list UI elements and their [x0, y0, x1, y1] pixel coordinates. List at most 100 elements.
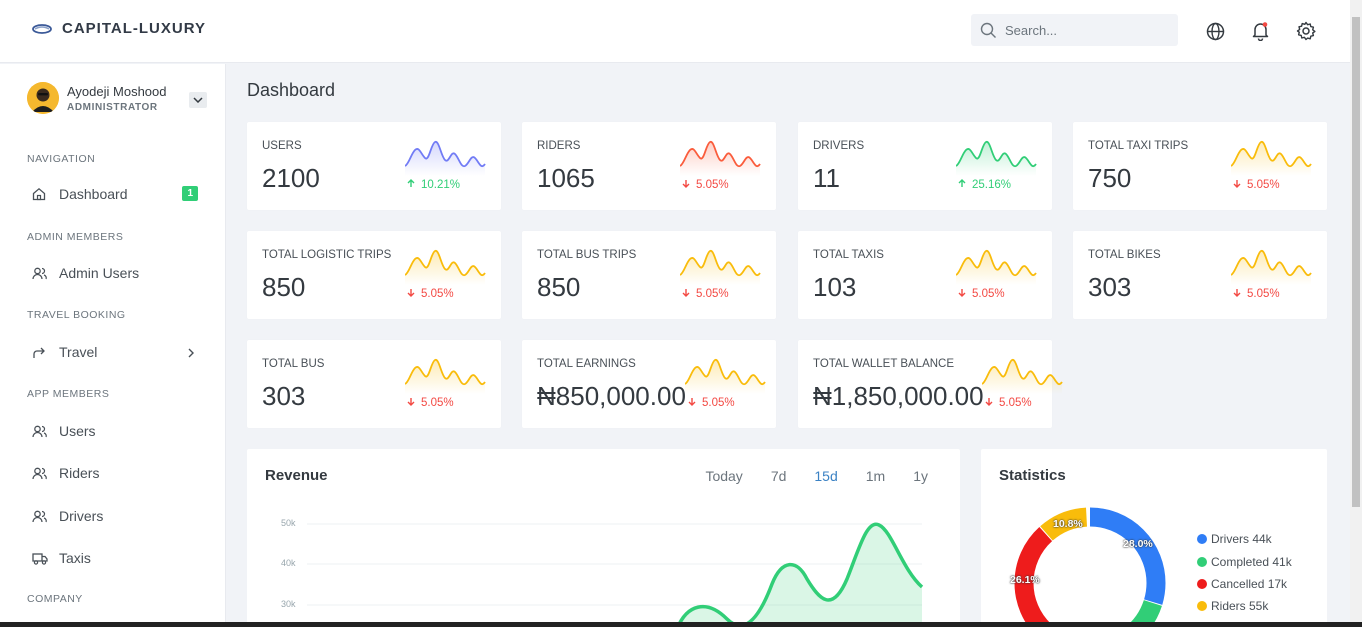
avatar — [27, 82, 59, 114]
sparkline — [956, 141, 1037, 176]
search-input[interactable] — [1005, 22, 1165, 38]
user-name: Ayodeji Moshood — [67, 84, 167, 99]
stat-trend: 5.05% — [1233, 288, 1280, 300]
stat-value: 850 — [262, 272, 306, 302]
sparkline — [956, 250, 1037, 285]
trend-value: 5.05% — [421, 288, 454, 300]
sidebar: Ayodeji Moshood ADMINISTRATOR NAVIGATION… — [0, 64, 226, 627]
legend-label: Completed 41k — [1211, 555, 1292, 569]
trend-value: 5.05% — [1247, 288, 1280, 300]
revenue-chart — [307, 522, 924, 627]
home-icon — [32, 187, 56, 201]
stat-value: ₦1,850,000.00 — [813, 381, 984, 411]
bell-icon[interactable] — [1249, 20, 1271, 42]
stat-trend: 5.05% — [958, 288, 1005, 300]
sidebar-item-dashboard[interactable]: Dashboard 1 — [27, 181, 202, 207]
sidebar-item-taxis[interactable]: Taxis — [27, 545, 202, 571]
legend-label: Riders 55k — [1211, 599, 1269, 613]
stat-value: 303 — [1088, 272, 1132, 302]
trend-value: 5.05% — [1247, 179, 1280, 191]
user-profile[interactable]: Ayodeji Moshood ADMINISTRATOR — [27, 82, 212, 118]
scrollbar-thumb[interactable] — [1352, 17, 1360, 507]
stat-value: 303 — [262, 381, 306, 411]
stat-trend: 25.16% — [958, 179, 1011, 191]
sidebar-item-users[interactable]: Users — [27, 418, 202, 444]
stat-value: 11 — [813, 163, 840, 193]
sparkline — [405, 141, 486, 176]
arrow-down-icon — [1233, 180, 1241, 188]
stat-label: USERS — [262, 140, 302, 152]
trend-value: 5.05% — [421, 397, 454, 409]
nav-section-app-members: APP MEMBERS — [27, 388, 110, 400]
donut-label: 10.8% — [1053, 518, 1083, 530]
trend-value: 5.05% — [702, 397, 735, 409]
sidebar-item-riders[interactable]: Riders — [27, 460, 202, 486]
legend-label: Drivers 44k — [1211, 532, 1272, 546]
stat-label: TOTAL TAXI TRIPS — [1088, 140, 1189, 152]
users-icon — [32, 267, 56, 280]
sidebar-item-drivers[interactable]: Drivers — [27, 503, 202, 529]
gear-icon[interactable] — [1295, 20, 1317, 42]
stat-value: 1065 — [537, 163, 595, 193]
stat-card: TOTAL BIKES 303 5.05% — [1073, 231, 1327, 319]
sidebar-item-label: Admin Users — [59, 265, 140, 281]
legend-item-completed[interactable]: Completed 41k — [1197, 555, 1292, 569]
sparkline — [685, 359, 766, 394]
stat-value: 750 — [1088, 163, 1132, 193]
revenue-area — [677, 524, 922, 627]
legend-item-drivers[interactable]: Drivers 44k — [1197, 532, 1272, 546]
sidebar-item-label: Riders — [59, 465, 100, 481]
bottom-edge — [0, 622, 1362, 627]
sparkline — [680, 141, 761, 176]
trend-value: 10.21% — [421, 179, 461, 191]
stat-label: TOTAL BIKES — [1088, 249, 1161, 261]
stat-label: TOTAL EARNINGS — [537, 358, 636, 370]
search-box — [971, 14, 1178, 46]
sidebar-item-admin-users[interactable]: Admin Users — [27, 260, 202, 286]
stat-trend: 5.05% — [985, 397, 1032, 409]
globe-icon[interactable] — [1204, 20, 1226, 42]
stat-card: TOTAL BUS 303 5.05% — [247, 340, 501, 428]
legend-dot — [1197, 534, 1207, 544]
arrow-up-icon — [407, 179, 415, 187]
stat-card: TOTAL WALLET BALANCE ₦1,850,000.00 5.05% — [798, 340, 1063, 428]
donut-label: 26.1% — [1010, 574, 1040, 586]
vertical-scrollbar[interactable] — [1350, 0, 1362, 627]
chevron-down-icon[interactable] — [189, 92, 207, 108]
arrow-down-icon — [407, 398, 415, 406]
nav-section-admin-members: ADMIN MEMBERS — [27, 231, 124, 243]
notification-badge: 1 — [182, 186, 198, 201]
sparkline — [1231, 141, 1312, 176]
donut-label: 28.0% — [1123, 538, 1153, 550]
nav-section-travel-booking: TRAVEL BOOKING — [27, 309, 126, 321]
stat-trend: 5.05% — [688, 397, 735, 409]
brand-logo[interactable]: CAPITAL-LUXURY — [32, 20, 206, 37]
sidebar-item-travel[interactable]: Travel — [27, 339, 202, 365]
trend-value: 5.05% — [696, 179, 729, 191]
stat-trend: 5.05% — [407, 288, 454, 300]
arrow-down-icon — [407, 289, 415, 297]
logo-icon — [32, 23, 52, 34]
user-role: ADMINISTRATOR — [67, 102, 158, 113]
arrow-down-icon — [1233, 289, 1241, 297]
trend-value: 5.05% — [972, 288, 1005, 300]
sidebar-item-label: Drivers — [59, 508, 104, 524]
trend-value: 5.05% — [696, 288, 729, 300]
stat-card: USERS 2100 10.21% — [247, 122, 501, 210]
stat-label: DRIVERS — [813, 140, 865, 152]
legend-dot — [1197, 601, 1207, 611]
sidebar-item-label: Users — [59, 423, 96, 439]
nav-section-navigation: NAVIGATION — [27, 153, 96, 165]
legend-item-cancelled[interactable]: Cancelled 17k — [1197, 577, 1287, 591]
stat-card: DRIVERS 11 25.16% — [798, 122, 1052, 210]
stat-value: 2100 — [262, 163, 320, 193]
legend-label: Cancelled 17k — [1211, 577, 1288, 591]
statistics-panel: Statistics 28.0% 26.1% 10.8% Drivers 44k… — [981, 449, 1327, 627]
legend-item-riders[interactable]: Riders 55k — [1197, 599, 1268, 613]
stat-label: TOTAL BUS TRIPS — [537, 249, 637, 261]
arrow-down-icon — [688, 398, 696, 406]
sparkline — [982, 359, 1063, 394]
stat-trend: 5.05% — [1233, 179, 1280, 191]
stat-label: TOTAL BUS — [262, 358, 325, 370]
chevron-right-icon — [188, 345, 194, 361]
